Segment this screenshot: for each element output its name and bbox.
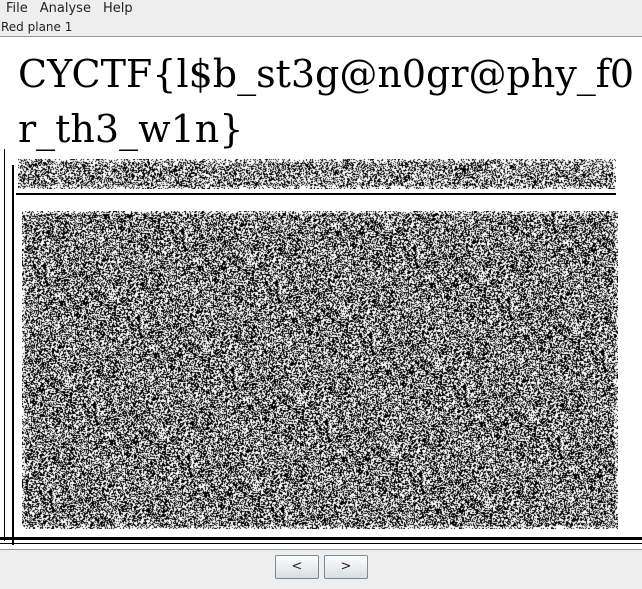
flag-text: CYCTF{l$b_st3g@n0gr@phy_f0r_th3_w1n} <box>18 52 635 151</box>
image-edge-line <box>12 165 14 545</box>
noise-region <box>22 211 618 529</box>
menu-file[interactable]: File <box>0 0 34 18</box>
noise-strip <box>18 159 616 189</box>
stegsolve-window: File Analyse Help Red plane 1 CYCTF{l$b_… <box>0 0 642 589</box>
next-plane-button[interactable]: > <box>324 555 368 579</box>
menu-help[interactable]: Help <box>97 0 139 18</box>
image-edge-line <box>16 193 616 195</box>
menu-analyse[interactable]: Analyse <box>34 0 97 18</box>
image-edge-line <box>4 149 5 541</box>
previous-plane-button[interactable]: < <box>275 555 319 579</box>
navigation-bar: < > <box>0 551 642 589</box>
plane-label: Red plane 1 <box>1 20 73 34</box>
image-edge-line <box>0 537 642 540</box>
image-edge-line <box>0 543 642 544</box>
menu-bar: File Analyse Help <box>0 0 642 18</box>
image-view: CYCTF{l$b_st3g@n0gr@phy_f0r_th3_w1n} <box>0 36 642 550</box>
